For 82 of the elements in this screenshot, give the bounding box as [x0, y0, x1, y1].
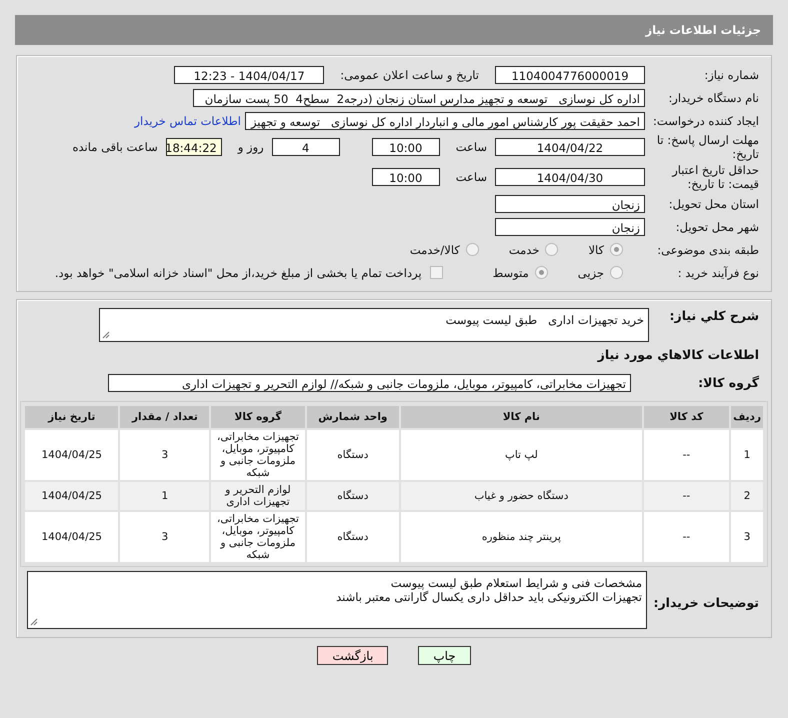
radio-button[interactable]	[545, 243, 558, 256]
print-button[interactable]: چاپ	[418, 646, 471, 665]
table-cell: 1	[120, 482, 210, 510]
field-label: ساعت	[456, 170, 487, 184]
table-cell: 3	[731, 512, 763, 562]
time-field[interactable]: 10:00	[372, 138, 440, 156]
field-label: ساعت	[456, 140, 487, 154]
column-header: ردیف	[731, 406, 763, 428]
field-label: ایجاد کننده درخواست:	[653, 114, 760, 128]
table-cell: دستگاه	[306, 512, 399, 562]
table-cell: --	[644, 430, 730, 480]
back-button[interactable]: بازگشت	[317, 646, 388, 665]
field-label: گروه کالا:	[697, 375, 760, 390]
field-label: روز و	[238, 140, 264, 154]
table-cell: پرینتر چند منظوره	[401, 512, 642, 562]
field-label: مهلت ارسال پاسخ: تا تاریخ:	[656, 133, 760, 161]
resize-grip-icon[interactable]	[102, 331, 110, 339]
radio-label: جزیی	[578, 266, 604, 280]
field-label: تاریخ و ساعت اعلان عمومی:	[340, 68, 479, 82]
table-cell: 3	[120, 512, 210, 562]
radio-button[interactable]	[534, 266, 548, 279]
province-field[interactable]: زنجان	[495, 194, 645, 212]
table-cell: لپ تاپ	[401, 430, 642, 480]
notes-textarea[interactable]: مشخصات فنی و شرایط استعلام طبق لیست پیوست تجهیزات الکترونیکی باید حداقل داری یکسال گارانتی معتبر باشند	[27, 571, 647, 629]
notes-line: تجهیزات الکترونیکی باید حداقل داری یکسال گارانتی معتبر باشند	[335, 590, 642, 604]
column-header: نام کالا	[401, 406, 642, 428]
table-cell: --	[644, 482, 730, 510]
section-title: اطلاعات کالاهاي مورد نیاز	[596, 346, 760, 364]
field-label: نام دستگاه خریدار:	[667, 90, 760, 104]
buyer-field[interactable]: اداره کل نوسازی توسعه و تجهیز مدارس استان زنجان (درجه2 سطح4 50 پست سازمان	[193, 88, 645, 106]
table-cell: دستگاه حضور و غیاب	[401, 482, 642, 510]
table-cell: --	[644, 512, 730, 562]
table-cell: 1404/04/25	[25, 482, 118, 510]
table-cell: 3	[120, 430, 210, 480]
need-number-field[interactable]: 1104004776000019	[495, 66, 645, 84]
creator-field[interactable]: احمد حقیقت پور کارشناس امور مالی و انباردار اداره کل نوسازی توسعه و تجهیز	[245, 112, 645, 130]
radio-button[interactable]	[610, 266, 623, 279]
field-label: شماره نیاز:	[703, 68, 760, 82]
field-label: توضیحات خریدار:	[653, 594, 760, 610]
field-label: نوع فرآیند خرید :	[676, 266, 760, 280]
table-cell: تجهیزات مخابراتی، کامپیوتر، موبایل، ملزومات جانبی و شبکه	[211, 512, 305, 562]
table-cell: دستگاه	[306, 430, 399, 480]
checkbox[interactable]	[430, 266, 443, 279]
column-header: گروه کالا	[211, 406, 305, 428]
city-field[interactable]: زنجان	[495, 218, 645, 236]
contact-link[interactable]: اطلاعات تماس خریدار	[134, 114, 241, 128]
table-cell: 1404/04/25	[25, 512, 118, 562]
summary-textarea[interactable]: خرید تجهیزات اداری طبق لیست پیوست	[99, 308, 649, 342]
radio-label: خدمت	[508, 242, 540, 256]
summary-text: خرید تجهیزات اداری طبق لیست پیوست	[446, 313, 644, 327]
column-header: واحد شمارش	[306, 406, 399, 428]
table-cell: 1	[731, 430, 763, 480]
table-cell: لوازم التحریر و تجهیزات اداری	[211, 482, 305, 510]
column-header: کد کالا	[644, 406, 730, 428]
notes-line: مشخصات فنی و شرایط استعلام طبق لیست پیوست	[390, 576, 642, 590]
table-cell: 2	[731, 482, 763, 510]
radio-label: متوسط	[492, 266, 529, 280]
table-cell: تجهیزات مخابراتی، کامپیوتر، موبایل، ملزومات جانبی و شبکه	[211, 430, 305, 480]
goods-group-field[interactable]: تجهیزات مخابراتی، کامپیوتر، موبایل، ملزومات جانبی و شبکه// لوازم التحریر و تجهیزات اداری	[108, 374, 631, 392]
field-label: شرح کلي نیاز:	[668, 308, 760, 323]
table-cell: دستگاه	[306, 482, 399, 510]
column-header: تاریخ نیاز	[25, 406, 118, 428]
page-title: جزئیات اطلاعات نیاز	[645, 23, 761, 37]
payment-note: پرداخت تمام یا بخشی از مبلغ خرید،از محل "اسناد خزانه اسلامی" خواهد بود.	[54, 266, 422, 280]
radio-button[interactable]	[610, 243, 623, 256]
radio-button[interactable]	[466, 243, 479, 256]
field-label: حداقل تاریخ اعتبار قیمت: تا تاریخ:	[670, 163, 760, 191]
column-header: تعداد / مقدار	[120, 406, 210, 428]
remaining-time-field[interactable]: 18:44:22	[166, 138, 222, 156]
radio-label: کالا	[588, 242, 604, 256]
table-cell: 1404/04/25	[25, 430, 118, 480]
announce-date-field[interactable]: 1404/04/17 - 12:23	[174, 66, 324, 84]
time-field[interactable]: 10:00	[372, 168, 440, 186]
field-label: ساعت باقی مانده	[72, 140, 158, 154]
field-label: استان محل تحویل:	[668, 196, 760, 210]
field-label: طبقه بندی موضوعی:	[656, 242, 760, 256]
date-field[interactable]: 1404/04/30	[495, 168, 645, 186]
field-label: شهر محل تحویل:	[674, 220, 760, 234]
days-field[interactable]: 4	[272, 138, 340, 156]
resize-grip-icon[interactable]	[30, 618, 38, 626]
date-field[interactable]: 1404/04/22	[495, 138, 645, 156]
radio-label: کالا/خدمت	[410, 242, 460, 256]
